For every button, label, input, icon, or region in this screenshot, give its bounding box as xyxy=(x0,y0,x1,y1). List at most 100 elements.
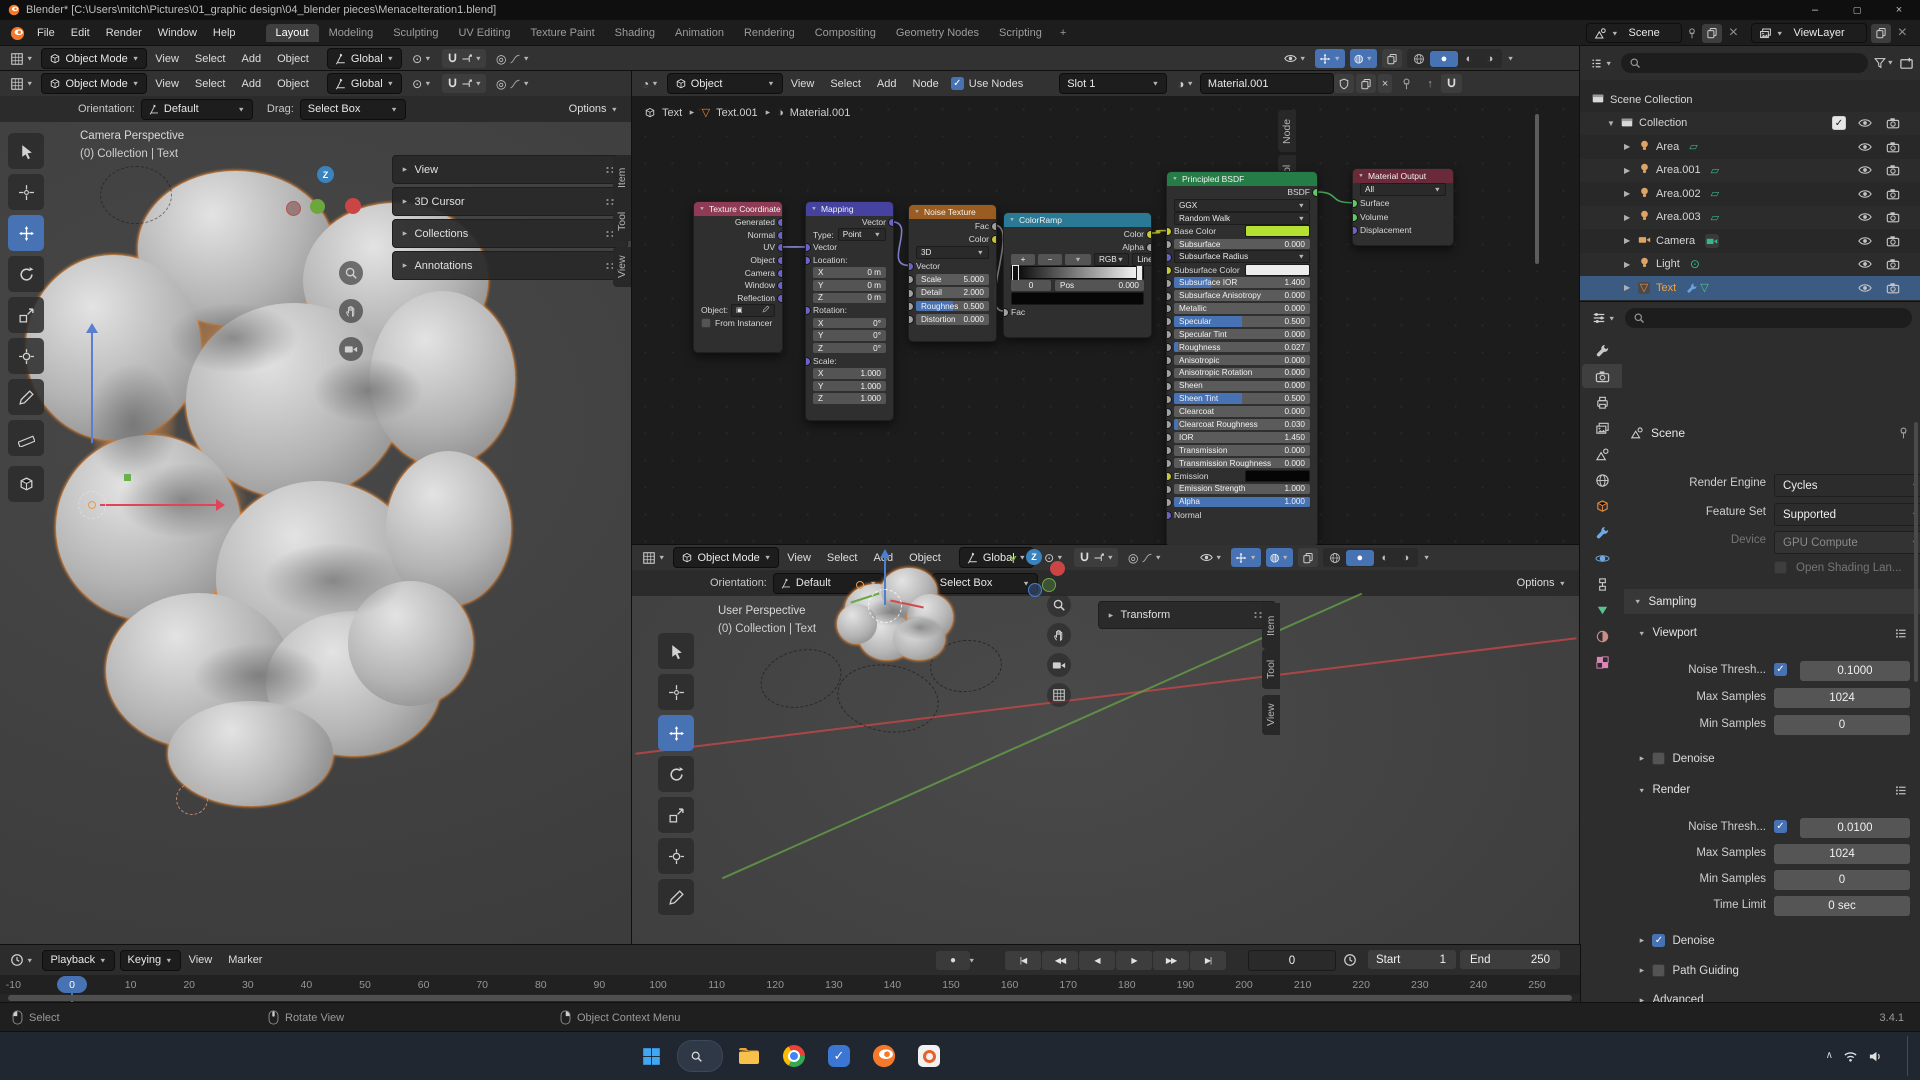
node-dropdown[interactable]: GGX▼ xyxy=(1174,199,1310,212)
node-value-field[interactable]: X1.000 xyxy=(813,368,886,379)
props-tab-constraints[interactable] xyxy=(1582,572,1622,596)
hide-viewport-toggle[interactable] xyxy=(1858,187,1872,201)
outliner-row-text[interactable]: ▶▽Text▽ xyxy=(1580,276,1920,300)
tool-move-button[interactable] xyxy=(658,715,694,751)
shading-solid-button[interactable]: ● xyxy=(1430,51,1458,67)
show-overlays-toggle[interactable]: ◍▼ xyxy=(1266,548,1293,567)
node-dropdown[interactable]: All▼ xyxy=(1360,183,1446,196)
tab-sculpting[interactable]: Sculpting xyxy=(383,24,448,42)
collection-checkbox[interactable]: ✓ xyxy=(1832,116,1846,130)
nav-axis-y-ball[interactable] xyxy=(310,199,325,214)
node-row[interactable]: Vector xyxy=(806,241,893,254)
socket-Clearcoat Roughness[interactable] xyxy=(1166,420,1172,429)
node-row[interactable]: Reflection xyxy=(694,292,782,305)
hide-viewport-toggle[interactable] xyxy=(1858,163,1872,177)
camera-view-button[interactable] xyxy=(1047,653,1071,677)
shader-menu-select[interactable]: Select xyxy=(822,78,869,90)
node-header[interactable]: ▼Principled BSDF xyxy=(1167,172,1317,186)
node-row[interactable]: X0 m xyxy=(806,266,893,279)
visibility-dropdown[interactable]: ▼ xyxy=(1280,49,1310,68)
hide-viewport-toggle[interactable] xyxy=(1858,210,1872,224)
snap-buttons[interactable]: ▼ xyxy=(1074,548,1118,567)
expand-arrow[interactable]: ▶ xyxy=(1624,189,1636,198)
transform-orientation[interactable]: Global▼ xyxy=(327,48,402,69)
sidebar-tab-item[interactable]: Item xyxy=(613,155,631,201)
tool-transform-button[interactable] xyxy=(658,838,694,874)
node-slider-subsurface-ior[interactable]: Subsurface IOR1.400 xyxy=(1174,277,1310,288)
toggle-grid-button[interactable] xyxy=(1047,683,1071,707)
section-sampling[interactable]: ▼Sampling xyxy=(1624,589,1920,614)
node-row[interactable]: 0Pos0.000 xyxy=(1004,279,1151,292)
prev-keyframe-button[interactable]: ◀◀ xyxy=(1042,951,1078,970)
outliner-display-mode[interactable]: ▼ xyxy=(1586,54,1616,73)
node-row[interactable]: Scale5.000 xyxy=(909,273,996,286)
shader-menu-view[interactable]: View xyxy=(783,78,823,90)
orientation-default-dropdown[interactable]: Default▼ xyxy=(141,99,253,120)
material-name-field[interactable]: Material.001 xyxy=(1200,73,1334,94)
node-slider-scale[interactable]: Scale5.000 xyxy=(916,274,989,285)
node-row[interactable]: X1.000 xyxy=(806,367,893,380)
shading-wireframe-button[interactable] xyxy=(1409,53,1429,65)
options-dropdown[interactable]: Options▼ xyxy=(569,103,618,115)
expand-arrow[interactable]: ▶ xyxy=(1624,236,1636,245)
nav-axis-neg-ball[interactable] xyxy=(286,201,301,216)
outliner-row-scene collection[interactable]: Scene Collection xyxy=(1580,88,1920,112)
shader-menu-add[interactable]: Add xyxy=(869,78,905,90)
outliner-search[interactable] xyxy=(1621,53,1867,73)
ramp-color-swatch[interactable] xyxy=(1011,292,1144,305)
node-row[interactable]: Anisotropic Rotation0.000 xyxy=(1167,366,1317,379)
expand-arrow[interactable]: ▶ xyxy=(1624,166,1636,175)
play-button[interactable]: ▶ xyxy=(1116,951,1152,970)
node-noise[interactable]: ▼Noise TextureFacColor3D▼VectorScale5.00… xyxy=(908,204,997,342)
node-row[interactable] xyxy=(1004,266,1151,279)
menu-file[interactable]: File xyxy=(29,27,63,39)
axis-y-handle[interactable] xyxy=(124,474,131,481)
snap-buttons[interactable]: ▼ xyxy=(442,74,486,93)
prop-field[interactable]: 0 sec xyxy=(1774,896,1910,916)
material-pin-button[interactable] xyxy=(1400,77,1413,90)
socket-Vector[interactable] xyxy=(805,243,811,252)
photos-app-button[interactable] xyxy=(910,1037,948,1075)
ramp-index-field[interactable]: 0 xyxy=(1011,280,1051,291)
menu-edit[interactable]: Edit xyxy=(63,27,98,39)
sidebar-panel-annotations[interactable]: ▼Annotations xyxy=(392,251,628,280)
prop-field[interactable]: 1024 xyxy=(1774,844,1910,864)
node-slider-metallic[interactable]: Metallic0.000 xyxy=(1174,303,1310,314)
props-tab-physics[interactable] xyxy=(1582,546,1622,570)
props-scrollbar[interactable] xyxy=(1914,422,1918,682)
node-row[interactable]: BSDF xyxy=(1167,186,1317,199)
node-slider-ior[interactable]: IOR1.450 xyxy=(1174,432,1310,443)
node-slider-clearcoat-roughness[interactable]: Clearcoat Roughness0.030 xyxy=(1174,419,1310,430)
use-nodes-checkbox[interactable]: ✓ xyxy=(951,77,964,90)
outliner-row-area-001[interactable]: ▶Area.001▱ xyxy=(1580,159,1920,183)
node-slider-clearcoat[interactable]: Clearcoat0.000 xyxy=(1174,406,1310,417)
node-slider-subsurface[interactable]: Subsurface0.000 xyxy=(1174,239,1310,250)
node-row[interactable]: +−▼RGB▼Linear▼ xyxy=(1004,253,1151,266)
viewport-menu-view[interactable]: View xyxy=(147,78,187,90)
tool-move-button[interactable] xyxy=(8,215,44,251)
timeline-menu-keying[interactable]: Keying▼ xyxy=(120,950,181,971)
tab-rendering[interactable]: Rendering xyxy=(734,24,805,42)
material-browse-button[interactable]: ◑▼ xyxy=(1173,74,1198,93)
editor-type-button[interactable]: ◔▼ xyxy=(638,74,663,93)
tool-scale-button[interactable] xyxy=(658,797,694,833)
node-slider-subsurface-anisotropy[interactable]: Subsurface Anisotropy0.000 xyxy=(1174,290,1310,301)
viewport-menu-view[interactable]: View xyxy=(147,53,187,65)
use-preview-range-button[interactable] xyxy=(1343,953,1357,967)
current-frame-marker[interactable]: 0 xyxy=(57,976,87,993)
tool-select-button[interactable] xyxy=(8,133,44,169)
node-row[interactable]: From Instancer xyxy=(694,317,782,330)
disable-render-toggle[interactable] xyxy=(1886,163,1900,177)
node-row[interactable]: IOR1.450 xyxy=(1167,431,1317,444)
play-reverse-button[interactable]: ◀ xyxy=(1079,951,1115,970)
node-row[interactable]: Scale: xyxy=(806,355,893,368)
tab-shading[interactable]: Shading xyxy=(605,24,665,42)
node-row[interactable]: Distortion0.000 xyxy=(909,313,996,326)
node-row[interactable]: Specular Tint0.000 xyxy=(1167,328,1317,341)
node-row[interactable]: Surface xyxy=(1353,197,1453,211)
props-tab-output[interactable] xyxy=(1582,390,1622,414)
shading-wireframe-button[interactable] xyxy=(1325,552,1345,564)
tool-cursor-button[interactable] xyxy=(658,674,694,710)
volume-icon[interactable] xyxy=(1868,1049,1883,1064)
disable-render-toggle[interactable] xyxy=(1886,257,1900,271)
